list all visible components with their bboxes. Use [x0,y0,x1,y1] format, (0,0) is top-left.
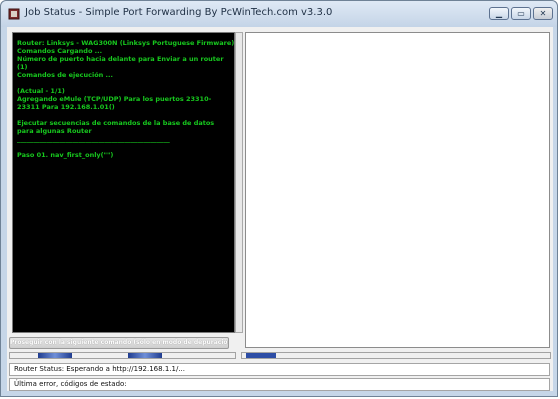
console-line: Comandos de ejecución ... [17,71,113,79]
window-title: Job Status - Simple Port Forwarding By P… [25,7,333,18]
title-bar[interactable]: Job Status - Simple Port Forwarding By P… [1,1,557,27]
router-status: Router Status: Esperando a http://192.16… [9,363,550,376]
client-area: Router: Linksys - WAG300N (Linksys Portu… [7,27,553,391]
console-line: Router: Linksys - WAG300N (Linksys Portu… [17,39,235,47]
progress-chunk [128,353,162,358]
console-line: Número de puerto hacia delante para Envi… [17,55,224,71]
last-error-status: Última error, códigos de estado: [9,378,550,391]
maximize-button[interactable]: ▭ [511,7,531,20]
console-line: Agregando eMule (TCP/UDP) Para los puert… [17,95,212,111]
console-output: Router: Linksys - WAG300N (Linksys Portu… [12,32,235,333]
progress-chunk [246,353,276,358]
app-icon [7,7,21,21]
console-line: ________________________________________… [17,135,170,143]
minimize-button[interactable]: ▁ [489,7,509,20]
next-command-button[interactable]: Proseguir con la siguiente comando (sólo… [9,337,229,349]
close-button[interactable]: ✕ [533,7,553,20]
progress-chunk [38,353,72,358]
progress-bar-left [9,352,236,359]
progress-bar-right [241,352,551,359]
job-status-window: Job Status - Simple Port Forwarding By P… [0,0,558,397]
router-web-view[interactable] [245,32,550,348]
console-line: Paso 01. nav_first_only("") [17,151,114,159]
console-line: Comandos Cargando ... [17,47,103,55]
console-line: Ejecutar secuencias de comandos de la ba… [17,119,215,135]
console-scrollbar[interactable] [235,32,243,333]
console-line: (Actual - 1/1) [17,87,65,95]
